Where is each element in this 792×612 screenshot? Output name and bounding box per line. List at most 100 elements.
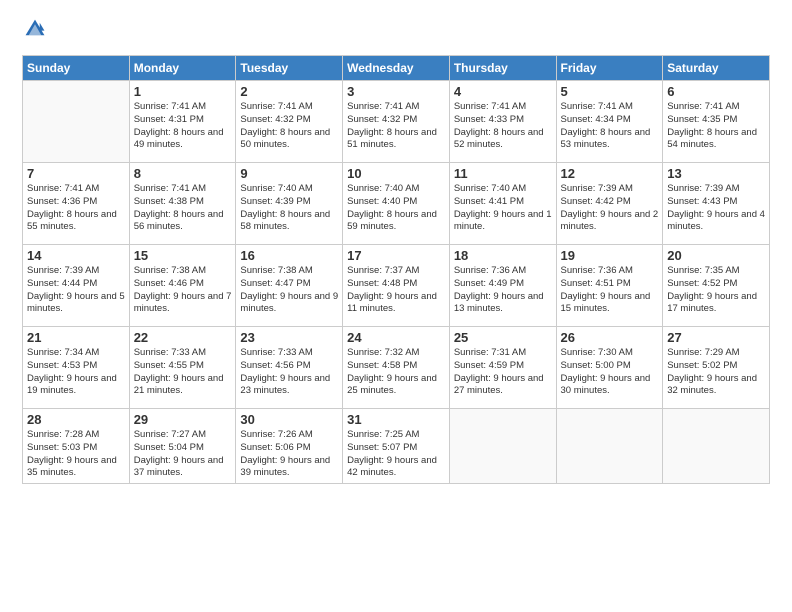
day-number: 13 bbox=[667, 166, 765, 181]
logo-icon bbox=[24, 18, 46, 40]
cell-info: Sunrise: 7:38 AMSunset: 4:47 PMDaylight:… bbox=[240, 265, 338, 316]
day-number: 10 bbox=[347, 166, 445, 181]
day-number: 23 bbox=[240, 330, 338, 345]
calendar-cell: 20 Sunrise: 7:35 AMSunset: 4:52 PMDayligh… bbox=[663, 245, 770, 327]
calendar-cell: 12 Sunrise: 7:39 AMSunset: 4:42 PMDayligh… bbox=[556, 163, 663, 245]
day-number: 20 bbox=[667, 248, 765, 263]
weekday-header-saturday: Saturday bbox=[663, 56, 770, 81]
day-number: 5 bbox=[561, 84, 659, 99]
day-number: 6 bbox=[667, 84, 765, 99]
cell-info: Sunrise: 7:36 AMSunset: 4:51 PMDaylight:… bbox=[561, 265, 659, 316]
calendar-cell: 29Sunrise: 7:27 AMSunset: 5:04 PMDayligh… bbox=[129, 409, 236, 484]
calendar-cell bbox=[663, 409, 770, 484]
weekday-header-sunday: Sunday bbox=[23, 56, 130, 81]
cell-info: Sunrise: 7:41 AMSunset: 4:35 PMDaylight:… bbox=[667, 101, 765, 152]
calendar-cell: 24 Sunrise: 7:32 AMSunset: 4:58 PMDayligh… bbox=[343, 327, 450, 409]
day-number: 22 bbox=[134, 330, 232, 345]
calendar-cell: 3Sunrise: 7:41 AMSunset: 4:32 PMDaylight… bbox=[343, 81, 450, 163]
day-number: 26 bbox=[561, 330, 659, 345]
calendar-cell: 22 Sunrise: 7:33 AMSunset: 4:55 PMDayligh… bbox=[129, 327, 236, 409]
calendar-cell: 4 Sunrise: 7:41 AMSunset: 4:33 PMDaylight… bbox=[449, 81, 556, 163]
cell-info: Sunrise: 7:41 AMSunset: 4:31 PMDaylight:… bbox=[134, 101, 232, 152]
day-number: 4 bbox=[454, 84, 552, 99]
cell-info: Sunrise: 7:36 AMSunset: 4:49 PMDaylight:… bbox=[454, 265, 552, 316]
calendar-cell: 27 Sunrise: 7:29 AMSunset: 5:02 PMDayligh… bbox=[663, 327, 770, 409]
cell-info: Sunrise: 7:40 AMSunset: 4:41 PMDaylight:… bbox=[454, 183, 552, 234]
day-number: 15 bbox=[134, 248, 232, 263]
cell-info: Sunrise: 7:33 AMSunset: 4:55 PMDaylight:… bbox=[134, 347, 232, 398]
cell-info: Sunrise: 7:26 AMSunset: 5:06 PMDaylight:… bbox=[240, 429, 338, 480]
day-number: 8 bbox=[134, 166, 232, 181]
cell-info: Sunrise: 7:31 AMSunset: 4:59 PMDaylight:… bbox=[454, 347, 552, 398]
calendar-cell: 13 Sunrise: 7:39 AMSunset: 4:43 PMDayligh… bbox=[663, 163, 770, 245]
day-number: 30 bbox=[240, 412, 338, 427]
cell-info: Sunrise: 7:34 AMSunset: 4:53 PMDaylight:… bbox=[27, 347, 125, 398]
cell-info: Sunrise: 7:38 AMSunset: 4:46 PMDaylight:… bbox=[134, 265, 232, 316]
calendar-cell: 15 Sunrise: 7:38 AMSunset: 4:46 PMDayligh… bbox=[129, 245, 236, 327]
cell-info: Sunrise: 7:39 AMSunset: 4:42 PMDaylight:… bbox=[561, 183, 659, 234]
weekday-header-tuesday: Tuesday bbox=[236, 56, 343, 81]
cell-info: Sunrise: 7:41 AMSunset: 4:36 PMDaylight:… bbox=[27, 183, 125, 234]
weekday-header-thursday: Thursday bbox=[449, 56, 556, 81]
day-number: 19 bbox=[561, 248, 659, 263]
calendar-cell: 6 Sunrise: 7:41 AMSunset: 4:35 PMDaylight… bbox=[663, 81, 770, 163]
cell-info: Sunrise: 7:39 AMSunset: 4:44 PMDaylight:… bbox=[27, 265, 125, 316]
day-number: 24 bbox=[347, 330, 445, 345]
weekday-header-monday: Monday bbox=[129, 56, 236, 81]
calendar-cell: 7 Sunrise: 7:41 AMSunset: 4:36 PMDaylight… bbox=[23, 163, 130, 245]
cell-info: Sunrise: 7:40 AMSunset: 4:39 PMDaylight:… bbox=[240, 183, 338, 234]
day-number: 28 bbox=[27, 412, 125, 427]
day-number: 11 bbox=[454, 166, 552, 181]
calendar-week-row: 7 Sunrise: 7:41 AMSunset: 4:36 PMDaylight… bbox=[23, 163, 770, 245]
calendar-week-row: 21 Sunrise: 7:34 AMSunset: 4:53 PMDayligh… bbox=[23, 327, 770, 409]
calendar-cell: 18 Sunrise: 7:36 AMSunset: 4:49 PMDayligh… bbox=[449, 245, 556, 327]
calendar-cell bbox=[23, 81, 130, 163]
day-number: 31 bbox=[347, 412, 445, 427]
calendar-cell: 10Sunrise: 7:40 AMSunset: 4:40 PMDayligh… bbox=[343, 163, 450, 245]
cell-info: Sunrise: 7:30 AMSunset: 5:00 PMDaylight:… bbox=[561, 347, 659, 398]
calendar-week-row: 14 Sunrise: 7:39 AMSunset: 4:44 PMDayligh… bbox=[23, 245, 770, 327]
logo bbox=[22, 18, 46, 45]
calendar-cell: 28 Sunrise: 7:28 AMSunset: 5:03 PMDayligh… bbox=[23, 409, 130, 484]
calendar-table: SundayMondayTuesdayWednesdayThursdayFrid… bbox=[22, 55, 770, 484]
weekday-header-row: SundayMondayTuesdayWednesdayThursdayFrid… bbox=[23, 56, 770, 81]
day-number: 27 bbox=[667, 330, 765, 345]
calendar-cell: 2Sunrise: 7:41 AMSunset: 4:32 PMDaylight… bbox=[236, 81, 343, 163]
calendar-cell: 5Sunrise: 7:41 AMSunset: 4:34 PMDaylight… bbox=[556, 81, 663, 163]
cell-info: Sunrise: 7:28 AMSunset: 5:03 PMDaylight:… bbox=[27, 429, 125, 480]
day-number: 2 bbox=[240, 84, 338, 99]
cell-info: Sunrise: 7:33 AMSunset: 4:56 PMDaylight:… bbox=[240, 347, 338, 398]
cell-info: Sunrise: 7:25 AMSunset: 5:07 PMDaylight:… bbox=[347, 429, 445, 480]
day-number: 17 bbox=[347, 248, 445, 263]
day-number: 25 bbox=[454, 330, 552, 345]
calendar-cell: 30 Sunrise: 7:26 AMSunset: 5:06 PMDayligh… bbox=[236, 409, 343, 484]
day-number: 14 bbox=[27, 248, 125, 263]
day-number: 7 bbox=[27, 166, 125, 181]
cell-info: Sunrise: 7:29 AMSunset: 5:02 PMDaylight:… bbox=[667, 347, 765, 398]
cell-info: Sunrise: 7:41 AMSunset: 4:33 PMDaylight:… bbox=[454, 101, 552, 152]
day-number: 21 bbox=[27, 330, 125, 345]
calendar-cell: 26 Sunrise: 7:30 AMSunset: 5:00 PMDayligh… bbox=[556, 327, 663, 409]
cell-info: Sunrise: 7:32 AMSunset: 4:58 PMDaylight:… bbox=[347, 347, 445, 398]
calendar-cell: 23 Sunrise: 7:33 AMSunset: 4:56 PMDayligh… bbox=[236, 327, 343, 409]
cell-info: Sunrise: 7:41 AMSunset: 4:32 PMDaylight:… bbox=[347, 101, 445, 152]
calendar-cell: 31 Sunrise: 7:25 AMSunset: 5:07 PMDayligh… bbox=[343, 409, 450, 484]
calendar-page: SundayMondayTuesdayWednesdayThursdayFrid… bbox=[0, 0, 792, 612]
calendar-cell bbox=[449, 409, 556, 484]
cell-info: Sunrise: 7:27 AMSunset: 5:04 PMDaylight:… bbox=[134, 429, 232, 480]
day-number: 12 bbox=[561, 166, 659, 181]
calendar-cell: 25 Sunrise: 7:31 AMSunset: 4:59 PMDayligh… bbox=[449, 327, 556, 409]
calendar-cell: 8Sunrise: 7:41 AMSunset: 4:38 PMDaylight… bbox=[129, 163, 236, 245]
calendar-cell: 17Sunrise: 7:37 AMSunset: 4:48 PMDayligh… bbox=[343, 245, 450, 327]
calendar-cell: 1Sunrise: 7:41 AMSunset: 4:31 PMDaylight… bbox=[129, 81, 236, 163]
calendar-cell: 14 Sunrise: 7:39 AMSunset: 4:44 PMDayligh… bbox=[23, 245, 130, 327]
calendar-cell bbox=[556, 409, 663, 484]
calendar-cell: 21 Sunrise: 7:34 AMSunset: 4:53 PMDayligh… bbox=[23, 327, 130, 409]
day-number: 18 bbox=[454, 248, 552, 263]
calendar-cell: 9Sunrise: 7:40 AMSunset: 4:39 PMDaylight… bbox=[236, 163, 343, 245]
calendar-week-row: 1Sunrise: 7:41 AMSunset: 4:31 PMDaylight… bbox=[23, 81, 770, 163]
cell-info: Sunrise: 7:35 AMSunset: 4:52 PMDaylight:… bbox=[667, 265, 765, 316]
cell-info: Sunrise: 7:39 AMSunset: 4:43 PMDaylight:… bbox=[667, 183, 765, 234]
weekday-header-wednesday: Wednesday bbox=[343, 56, 450, 81]
calendar-cell: 11 Sunrise: 7:40 AMSunset: 4:41 PMDayligh… bbox=[449, 163, 556, 245]
